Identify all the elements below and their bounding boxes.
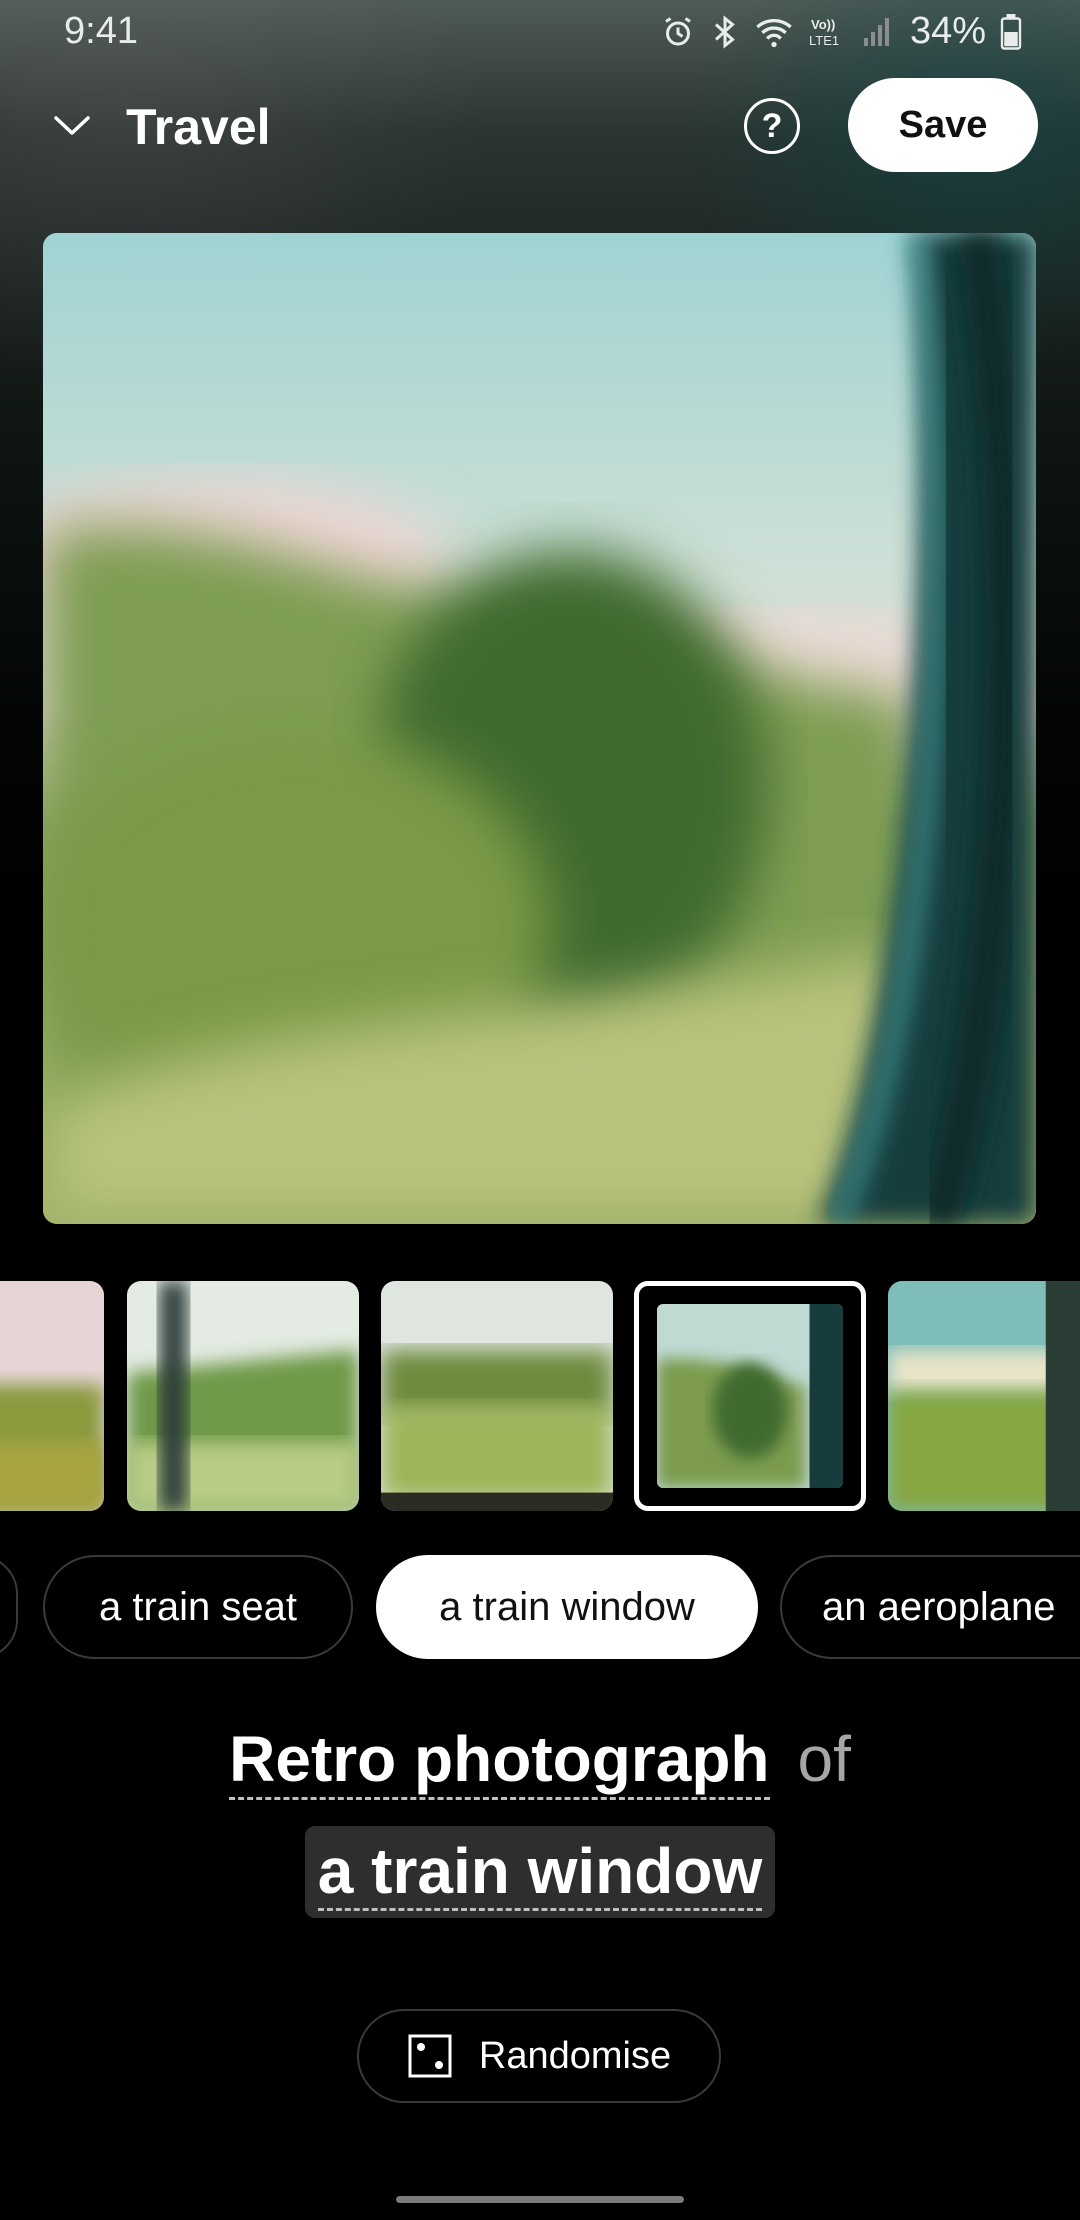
randomise-label: Randomise	[478, 2034, 672, 2077]
randomise-button[interactable]: Randomise	[357, 2009, 721, 2103]
dice-icon	[408, 2034, 452, 2078]
prompt-connector: of	[797, 1723, 851, 1795]
status-icons: Vo)) LTE1 34%	[660, 10, 1022, 53]
generated-image[interactable]	[43, 233, 1036, 1224]
page-title: Travel	[126, 99, 271, 155]
status-time: 9:41	[64, 10, 138, 52]
collapse-button[interactable]	[46, 100, 98, 152]
chevron-down-icon	[54, 116, 90, 135]
prompt-style[interactable]: Retro photograph	[229, 1723, 770, 1800]
prompt-subject-box[interactable]: a train window	[305, 1826, 775, 1918]
header: Travel ? Save	[0, 70, 1080, 180]
status-bar: 9:41 Vo)) LTE1 34%	[0, 0, 1080, 66]
alarm-icon	[660, 14, 696, 50]
chip[interactable]: an aeroplane	[780, 1555, 1080, 1659]
prompt-subject[interactable]: a train window	[317, 1834, 763, 1911]
thumbnail[interactable]	[888, 1281, 1080, 1511]
train-window-photo	[43, 233, 1036, 1224]
battery-icon	[1000, 13, 1022, 50]
bluetooth-icon	[710, 14, 740, 50]
subject-chips: a train seat a train window an aeroplane	[0, 1555, 1080, 1659]
chip[interactable]: a train seat	[43, 1555, 353, 1659]
home-indicator[interactable]	[396, 2196, 684, 2203]
thumbnail-selected[interactable]	[634, 1281, 866, 1511]
prompt-line: Retro photograph of	[0, 1722, 1080, 1800]
thumbnail-strip	[0, 1278, 1080, 1514]
thumbnail[interactable]	[0, 1281, 104, 1511]
wifi-icon	[754, 15, 794, 49]
chip[interactable]	[0, 1555, 18, 1659]
signal-icon	[862, 16, 892, 48]
svg-text:LTE1: LTE1	[809, 33, 839, 48]
thumbnail[interactable]	[127, 1281, 359, 1511]
battery-percent: 34%	[909, 10, 986, 52]
help-button[interactable]: ?	[744, 98, 800, 154]
question-icon: ?	[761, 106, 783, 145]
volte-icon: Vo)) LTE1	[808, 14, 848, 50]
thumbnail[interactable]	[381, 1281, 613, 1511]
save-button[interactable]: Save	[848, 78, 1038, 172]
chip-selected[interactable]: a train window	[376, 1555, 758, 1659]
svg-text:Vo)): Vo))	[811, 17, 835, 32]
